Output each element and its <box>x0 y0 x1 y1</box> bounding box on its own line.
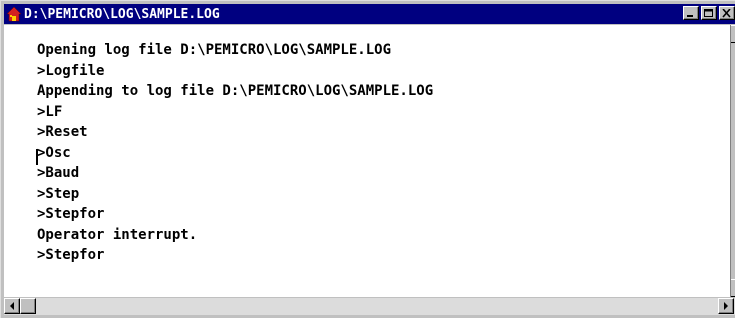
log-line: >Step <box>37 185 80 202</box>
scroll-thumb[interactable] <box>20 298 36 314</box>
minimize-button[interactable] <box>683 6 699 20</box>
log-line: >Stepfor <box>37 206 105 222</box>
scroll-down-button[interactable] <box>731 279 735 297</box>
text-cursor <box>36 149 38 165</box>
log-line: >Logfile <box>37 62 105 79</box>
scroll-right-button[interactable] <box>718 298 734 314</box>
close-button[interactable] <box>719 6 735 20</box>
scroll-up-button[interactable] <box>731 25 735 43</box>
log-line: >Reset <box>37 124 88 140</box>
maximize-button[interactable] <box>701 6 717 20</box>
log-line: Opening log file D:\PEMICRO\LOG\SAMPLE.L… <box>37 42 392 58</box>
log-lines: Opening log file D:\PEMICRO\LOG\SAMPLE.L… <box>37 40 433 266</box>
scroll-left-button[interactable] <box>4 298 20 314</box>
title-bar[interactable]: D:\PEMICRO\LOG\SAMPLE.LOG <box>4 4 735 24</box>
log-text-area[interactable]: Opening log file D:\PEMICRO\LOG\SAMPLE.L… <box>4 25 733 297</box>
arrow-left-icon <box>10 302 14 310</box>
log-line: >LF <box>37 103 63 120</box>
log-line: Operator interrupt. <box>37 226 198 243</box>
vertical-scrollbar[interactable] <box>730 25 735 297</box>
log-line: >Osc <box>37 144 71 161</box>
log-line: Appending to log file D:\PEMICRO\LOG\SAM… <box>37 83 434 99</box>
window-controls <box>681 6 735 20</box>
horizontal-scrollbar[interactable] <box>4 298 735 315</box>
log-line: >Stepfor <box>37 247 105 263</box>
window-title: D:\PEMICRO\LOG\SAMPLE.LOG <box>24 6 220 22</box>
log-window: D:\PEMICRO\LOG\SAMPLE.LOG Opening log fi… <box>0 0 735 318</box>
log-line: >Baud <box>37 165 80 181</box>
house-icon[interactable] <box>6 6 22 22</box>
arrow-right-icon <box>724 302 728 310</box>
minimize-icon <box>687 15 693 17</box>
close-icon <box>722 9 731 18</box>
maximize-icon <box>704 9 713 17</box>
